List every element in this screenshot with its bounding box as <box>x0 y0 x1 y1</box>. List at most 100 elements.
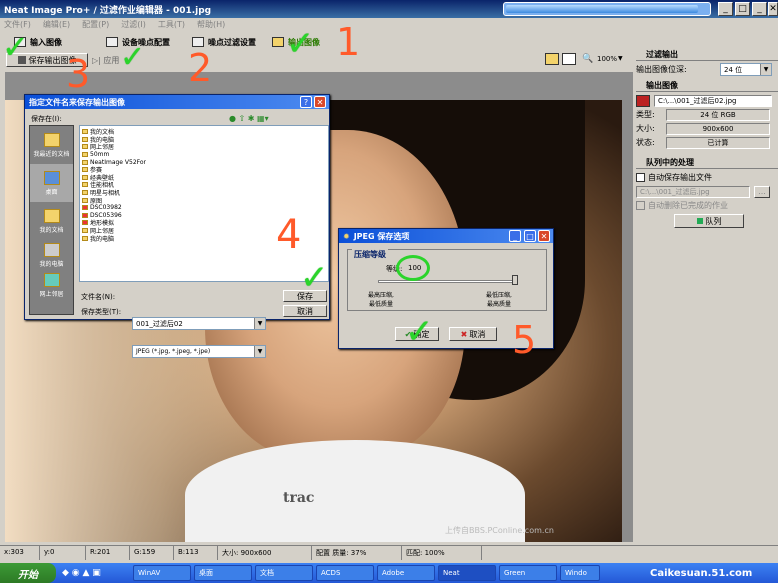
file-name: 50mm <box>90 151 110 159</box>
file-list[interactable]: 我的文档 我的电脑 网上邻居 50mm NeatImage V52For 参赛 … <box>79 125 329 282</box>
bit-depth-select[interactable]: 24 位 ▼ <box>720 63 772 76</box>
preview-icon[interactable] <box>545 53 559 65</box>
auto-remove-label: 自动删除已完成的作业 <box>648 201 728 210</box>
close-icon[interactable]: ✕ <box>314 96 326 108</box>
filetype-value: JPEG (*.jpg, *.jpeg, *.jpe) <box>136 348 211 355</box>
quality-slider-thumb[interactable] <box>512 275 518 285</box>
max-quality-line1: 最低压缩, <box>486 292 512 299</box>
filename-input[interactable]: 001_过滤后02 ▼ <box>132 317 266 330</box>
restore-button[interactable]: □ <box>735 2 750 16</box>
quick-launch[interactable]: ◆ ◉ ▲ ▣ <box>56 565 130 581</box>
list-item[interactable]: 50mm <box>82 151 326 159</box>
jpeg-file-icon <box>636 94 650 107</box>
place-network[interactable]: 网上邻居 <box>30 270 73 300</box>
compare-icon[interactable] <box>562 53 576 65</box>
queue-button[interactable]: 队列 <box>674 214 744 228</box>
queue-title: 队列中的处理 <box>636 157 778 169</box>
place-desktop-label: 桌面 <box>45 188 58 196</box>
zoom-dropdown-icon[interactable]: ▼ <box>618 55 623 62</box>
task-button[interactable]: Neat <box>438 565 496 581</box>
browse-button[interactable]: ... <box>754 185 770 198</box>
help-icon[interactable]: ? <box>300 96 312 108</box>
status-bar: x:303 y:0 R:201 G:159 B:113 大小: 900x600 … <box>0 545 778 560</box>
menu-tools[interactable]: 工具(T) <box>158 19 185 30</box>
min-quality-line1: 最高压缩, <box>368 292 394 299</box>
annotation-check-5: ✓ <box>405 312 434 352</box>
status-match: 匹配: 100% <box>402 546 482 560</box>
status-x: x:303 <box>0 546 40 560</box>
list-item[interactable]: 我的文档 <box>82 128 326 136</box>
quality-slider[interactable] <box>378 280 518 283</box>
task-button[interactable]: Green <box>499 565 557 581</box>
list-item[interactable]: 我的电脑 <box>82 136 326 144</box>
list-item[interactable]: 参赛 <box>82 166 326 174</box>
place-desktop[interactable]: 桌面 <box>30 164 73 202</box>
network-icon <box>43 272 60 287</box>
menu-bar: 文件(F) 编辑(E) 配置(P) 过滤(I) 工具(T) 帮助(H) <box>0 18 778 31</box>
menu-config[interactable]: 配置(P) <box>82 19 109 30</box>
folder-icon <box>82 136 88 142</box>
cross-icon: ✖ <box>460 329 468 339</box>
minimize-icon[interactable]: _ <box>509 230 521 242</box>
jpeg-cancel-button[interactable]: ✖ 取消 <box>449 327 497 341</box>
zoom-level[interactable]: 100% <box>597 55 617 63</box>
list-item[interactable]: DSC03982 <box>82 204 326 212</box>
queue-button-label: 队列 <box>705 216 722 226</box>
folder-icon <box>82 197 88 203</box>
filename-value: 001_过滤后02 <box>136 319 183 328</box>
menu-edit[interactable]: 编辑(E) <box>43 19 70 30</box>
list-item[interactable]: 经典壁纸 <box>82 174 326 182</box>
folder-icon <box>82 182 88 188</box>
step-number-5: 5 <box>512 318 537 362</box>
title-progress <box>503 2 711 16</box>
annotation-check-4: ✓ <box>300 258 329 298</box>
task-button[interactable]: Adobe <box>377 565 435 581</box>
start-button[interactable]: 开始 <box>0 563 56 583</box>
list-item[interactable]: 网上邻居 <box>82 143 326 151</box>
jpeg-dialog-title-text: JPEG 保存选项 <box>353 231 410 241</box>
close-button[interactable]: ✕ <box>768 2 778 16</box>
compression-group: 压缩等级 等级: 100 最高压缩, 最低质量 最低压缩, 最高质量 <box>347 249 547 311</box>
auto-remove-checkbox[interactable] <box>636 201 645 210</box>
auto-save-checkbox[interactable] <box>636 173 645 182</box>
type-label: 类型: <box>636 110 655 119</box>
save-in-label: 保存在(I): <box>31 115 62 123</box>
place-mycomputer[interactable]: 我的电脑 <box>30 240 73 270</box>
task-button[interactable]: WinAV <box>133 565 191 581</box>
task-button[interactable]: 桌面 <box>194 565 252 581</box>
queue-icon <box>696 218 703 224</box>
file-icon <box>82 220 88 226</box>
nav-icons[interactable]: ● ⇧ ✱ ▦▾ <box>229 114 269 123</box>
place-mydocs[interactable]: 我的文档 <box>30 202 73 240</box>
task-button[interactable]: 文档 <box>255 565 313 581</box>
chevron-down-icon: ▼ <box>254 318 265 329</box>
task-button[interactable]: ACDS <box>316 565 374 581</box>
place-mydocs-label: 我的文档 <box>39 226 64 234</box>
cancel-button[interactable]: 取消 <box>283 305 327 317</box>
window-minimize-button[interactable]: _ <box>752 2 767 16</box>
status-config: 配置 质量: 37% <box>312 546 402 560</box>
size-value: 900x600 <box>666 122 770 135</box>
filetype-select[interactable]: JPEG (*.jpg, *.jpeg, *.jpe) ▼ <box>132 345 266 358</box>
task-button[interactable]: Windo <box>560 565 600 581</box>
list-item[interactable]: 明星与相机 <box>82 189 326 197</box>
zoom-icon: 🔍 <box>582 54 594 64</box>
compression-group-label: 压缩等级 <box>352 249 388 260</box>
file-name: DSC03982 <box>90 204 122 212</box>
list-item[interactable]: NeatImage V52For <box>82 158 326 166</box>
auto-save-label: 自动保存输出文件 <box>648 173 712 182</box>
list-item[interactable]: 原图 <box>82 196 326 205</box>
folder-icon <box>82 159 88 165</box>
tab-noise-filter-label: 噪点过滤设置 <box>208 37 256 47</box>
apply-button[interactable]: ▷| 应用 <box>92 55 119 66</box>
close-icon[interactable]: ✕ <box>538 230 550 242</box>
camera-icon <box>106 37 118 47</box>
step-number-1: 1 <box>336 20 361 64</box>
annotation-check-3: ✓ <box>2 28 29 66</box>
place-recent[interactable]: 我最近的文档 <box>30 126 73 164</box>
menu-help[interactable]: 帮助(H) <box>197 19 225 30</box>
output-image-title: 输出图像 <box>636 80 778 92</box>
maximize-icon[interactable]: □ <box>524 230 536 242</box>
minimize-button[interactable]: _ <box>718 2 733 16</box>
menu-filter[interactable]: 过滤(I) <box>121 19 146 30</box>
